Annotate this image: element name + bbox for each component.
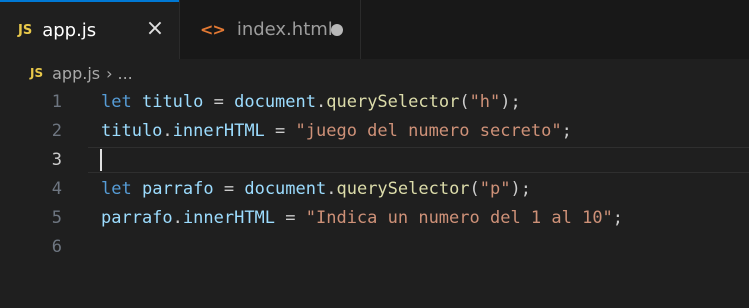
code-token: = bbox=[275, 208, 306, 228]
code-token: ; bbox=[612, 208, 624, 228]
code-token: = bbox=[264, 121, 296, 141]
code-token: innerHTML bbox=[172, 121, 265, 141]
breadcrumb: JS app.js › ... bbox=[0, 59, 749, 87]
code-token: = bbox=[203, 92, 235, 112]
code-token: querySelector bbox=[336, 179, 470, 199]
line-number: 6 bbox=[51, 237, 62, 257]
code-line[interactable]: 6 bbox=[0, 233, 749, 261]
code-token: . bbox=[172, 208, 183, 228]
editor-tab-bar: JS app.js × <> index.html bbox=[0, 0, 749, 59]
code-token: . bbox=[162, 121, 173, 141]
code-line[interactable]: 3 bbox=[0, 146, 749, 174]
code-token: ; bbox=[561, 121, 572, 141]
code-line[interactable]: 2 titulo.innerHTML = "juego del numero se… bbox=[0, 117, 749, 145]
code-token: . bbox=[316, 92, 327, 112]
code-token: document bbox=[244, 179, 327, 199]
text-cursor bbox=[100, 149, 102, 171]
line-number: 4 bbox=[51, 179, 62, 199]
code-token: "juego del numero secreto" bbox=[295, 121, 562, 141]
tab-label: app.js bbox=[42, 20, 97, 41]
code-token: ( bbox=[459, 92, 470, 112]
code-text: parrafo.innerHTML = "Indica un numero de… bbox=[101, 204, 623, 232]
code-token: parrafo bbox=[141, 179, 214, 199]
code-token: "p" bbox=[479, 179, 511, 199]
code-editor[interactable]: 1 let titulo = document.querySelector("h"… bbox=[0, 88, 749, 308]
code-text: let titulo = document.querySelector("h")… bbox=[101, 88, 521, 116]
breadcrumb-symbols[interactable]: ... bbox=[118, 64, 133, 83]
javascript-file-icon: JS bbox=[30, 66, 44, 80]
code-token: "Indica un numero del 1 al 10" bbox=[305, 208, 613, 228]
code-token: let bbox=[101, 179, 132, 199]
code-token: titulo bbox=[101, 121, 163, 141]
current-line-highlight bbox=[88, 147, 749, 173]
code-token: titulo bbox=[141, 92, 204, 112]
tab-app-js[interactable]: JS app.js × bbox=[0, 0, 179, 59]
code-token: innerHTML bbox=[182, 208, 276, 228]
tab-index-html[interactable]: <> index.html bbox=[179, 0, 361, 59]
code-token: ); bbox=[500, 92, 521, 112]
code-text: let parrafo = document.querySelector("p"… bbox=[101, 175, 531, 203]
code-line[interactable]: 1 let titulo = document.querySelector("h"… bbox=[0, 88, 749, 116]
tab-label: index.html bbox=[236, 19, 333, 40]
code-text: titulo.innerHTML = "juego del numero sec… bbox=[101, 117, 572, 145]
line-number: 1 bbox=[51, 92, 62, 112]
code-line[interactable]: 4 let parrafo = document.querySelector("p… bbox=[0, 175, 749, 203]
code-token: ( bbox=[469, 179, 480, 199]
html-file-icon: <> bbox=[200, 20, 226, 39]
code-token: let bbox=[101, 92, 132, 112]
line-number: 5 bbox=[51, 208, 62, 228]
code-token: = bbox=[213, 179, 245, 199]
close-icon[interactable]: × bbox=[145, 18, 165, 40]
code-token: querySelector bbox=[326, 92, 460, 112]
code-token: . bbox=[326, 179, 337, 199]
line-number: 3 bbox=[51, 150, 62, 170]
code-token: "h" bbox=[469, 92, 501, 112]
code-token: parrafo bbox=[101, 208, 173, 228]
unsaved-dot-icon[interactable] bbox=[331, 24, 343, 36]
code-line[interactable]: 5 parrafo.innerHTML = "Indica un numero d… bbox=[0, 204, 749, 232]
code-token: document bbox=[234, 92, 316, 112]
code-token: ); bbox=[510, 179, 531, 199]
javascript-file-icon: JS bbox=[18, 23, 33, 38]
chevron-right-icon: › bbox=[106, 63, 113, 83]
breadcrumb-file[interactable]: app.js bbox=[52, 64, 100, 83]
line-number: 2 bbox=[51, 121, 62, 141]
